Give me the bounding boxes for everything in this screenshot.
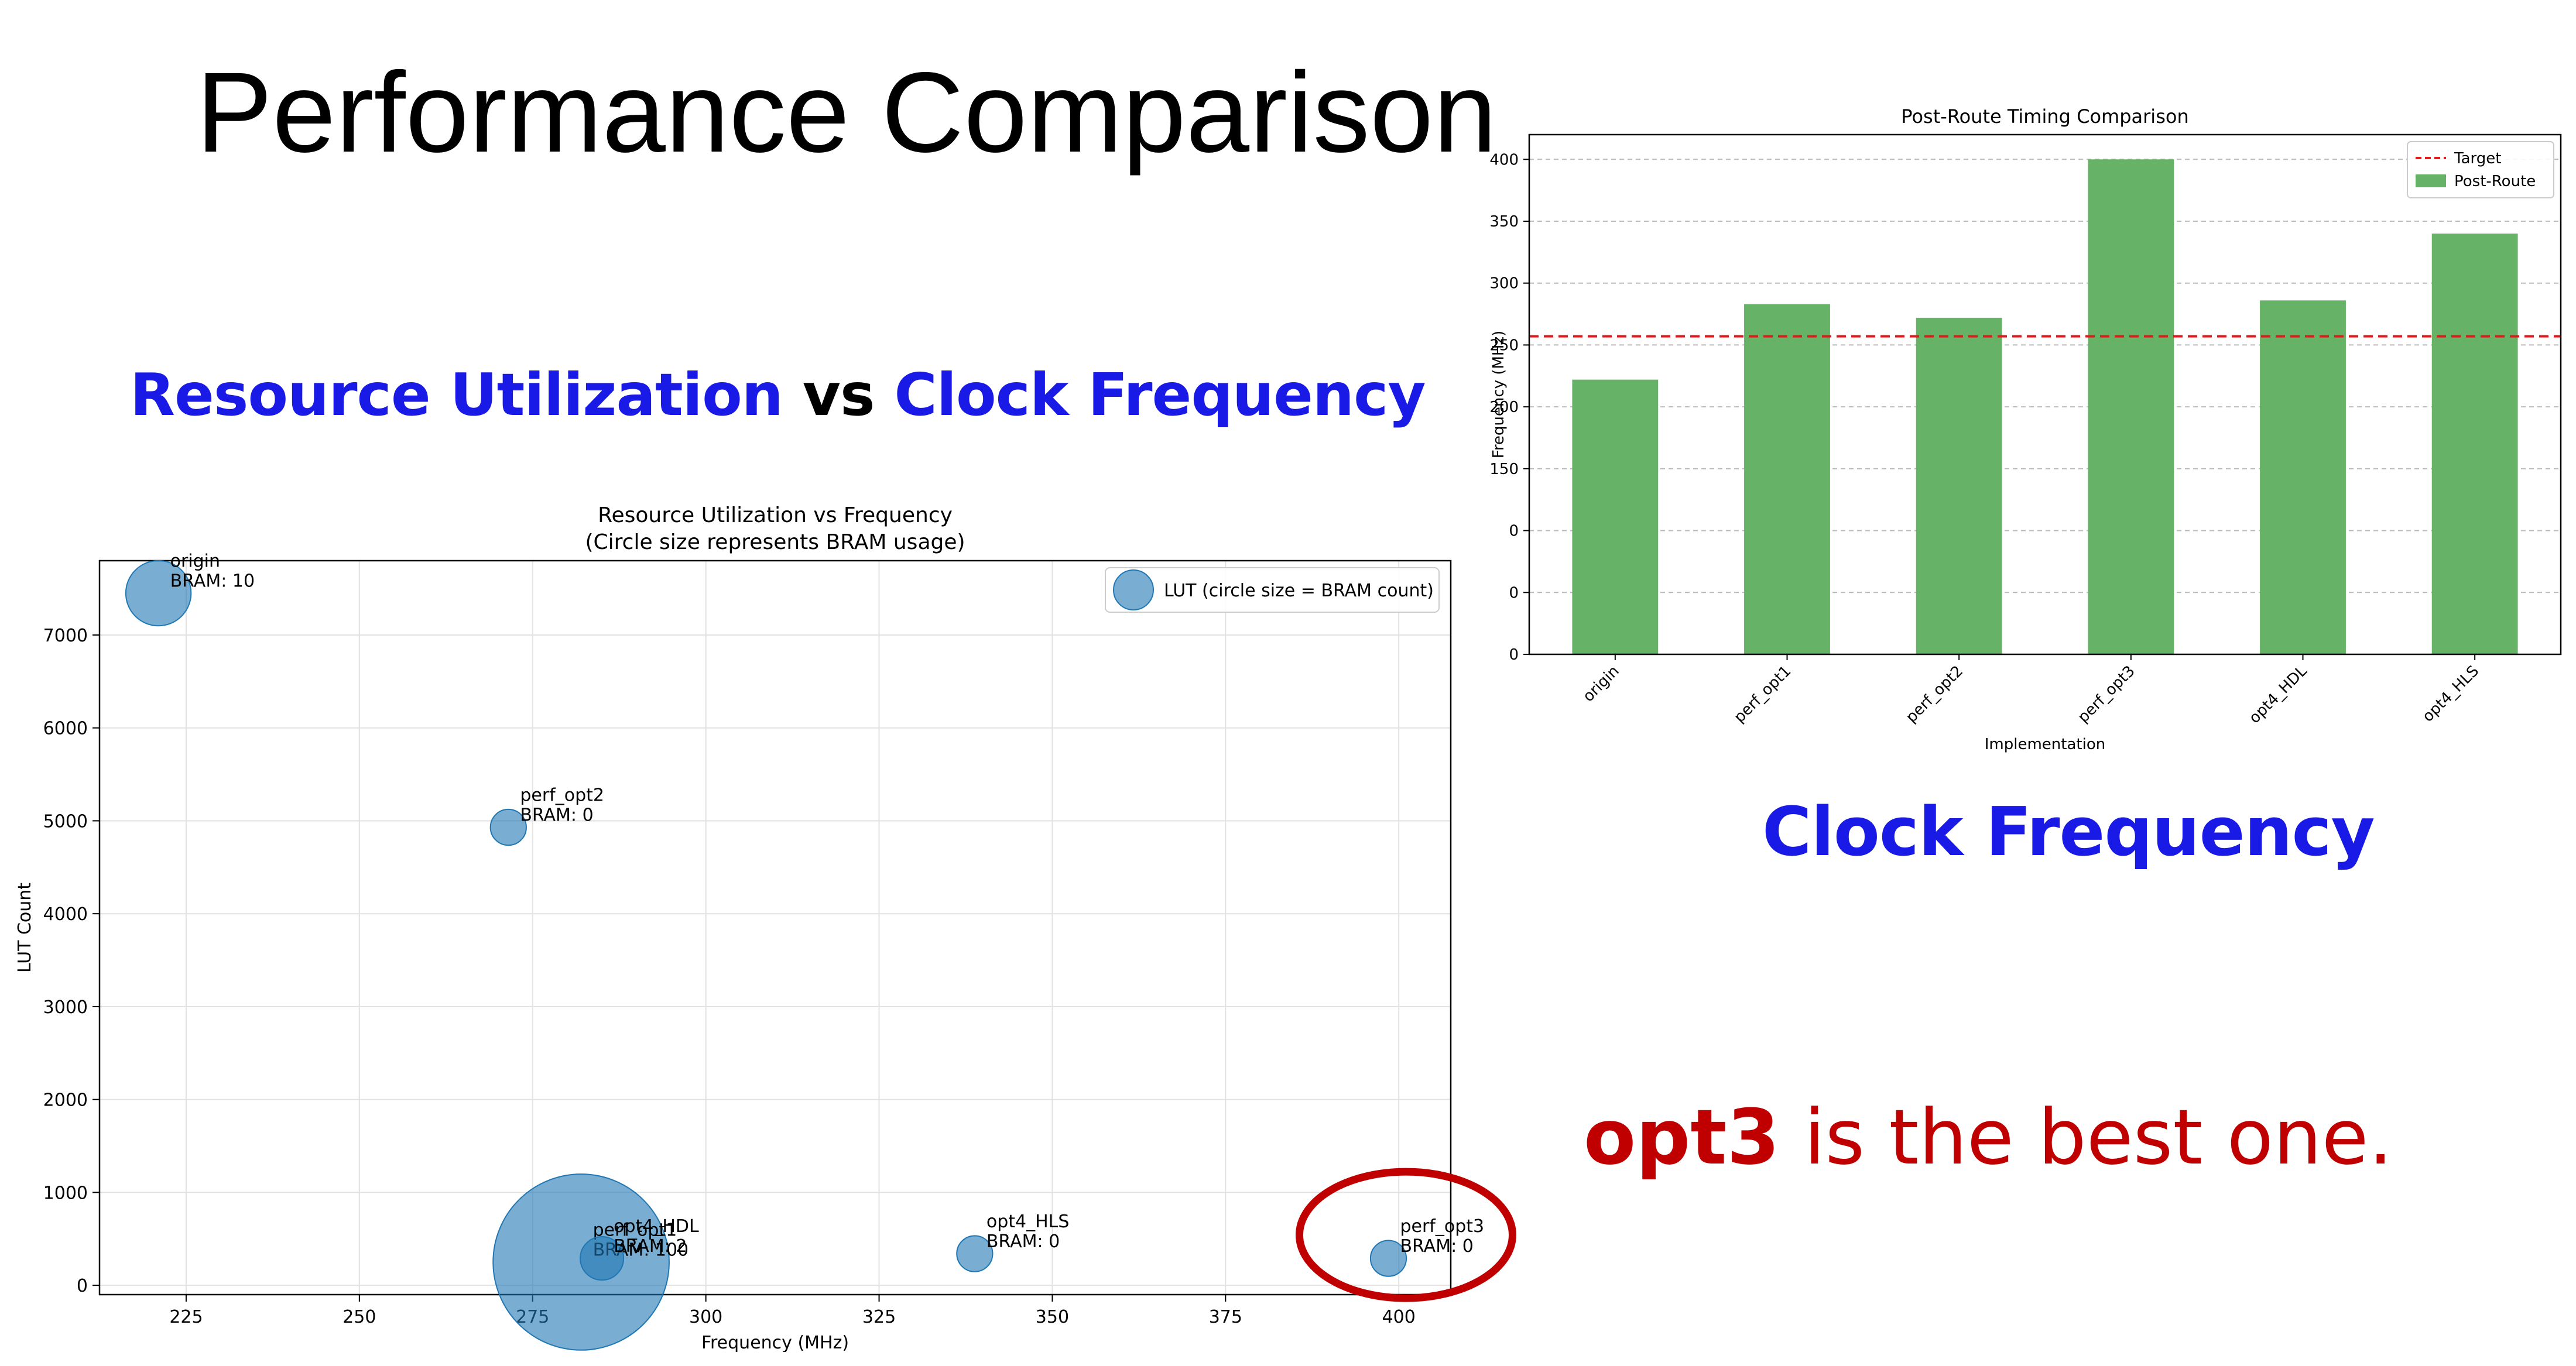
bar-title: Post-Route Timing Comparison bbox=[1901, 105, 2188, 128]
scatter-point-label-opt4_HDL: opt4_HDL bbox=[614, 1216, 699, 1237]
scatter-ytick-label: 2000 bbox=[43, 1090, 88, 1111]
scatter-point-label-perf_opt2: BRAM: 0 bbox=[520, 805, 593, 826]
scatter-point-label-origin: origin bbox=[170, 551, 220, 572]
conclusion-rest: is the best one. bbox=[1779, 1093, 2393, 1182]
scatter-xtick-label: 225 bbox=[169, 1307, 203, 1327]
bar-legend-series-marker bbox=[2416, 174, 2446, 187]
scatter-point-label-opt4_HDL: BRAM: 2 bbox=[614, 1236, 687, 1257]
scatter-point-label-perf_opt3: perf_opt3 bbox=[1400, 1216, 1484, 1237]
bar-ytick-label: 0 bbox=[1509, 523, 1519, 540]
scatter-xtick-label: 375 bbox=[1209, 1307, 1242, 1327]
bar-perf_opt3 bbox=[2088, 159, 2174, 654]
bar-ytick-label: 300 bbox=[1489, 275, 1519, 293]
subtitle-left: Resource Utilization vs Clock Frequency bbox=[130, 366, 1426, 424]
slide-title: Performance Comparison bbox=[196, 49, 1497, 176]
conclusion-text: opt3 is the best one. bbox=[1584, 1099, 2393, 1175]
bar-legend-target-label: Target bbox=[2454, 150, 2501, 167]
conclusion-bold: opt3 bbox=[1584, 1093, 1780, 1182]
bar-ytick-label: 350 bbox=[1489, 213, 1519, 231]
scatter-ytick-label: 7000 bbox=[43, 626, 88, 646]
bar-xtick-label-opt4_HDL: opt4_HDL bbox=[2246, 662, 2311, 727]
scatter-xtick-label: 400 bbox=[1382, 1307, 1416, 1327]
bar-origin bbox=[1572, 379, 1659, 654]
scatter-point-label-opt4_HLS: opt4_HLS bbox=[986, 1211, 1070, 1232]
scatter-ytick-label: 3000 bbox=[43, 997, 88, 1018]
scatter-legend-label: LUT (circle size = BRAM count) bbox=[1164, 581, 1434, 601]
bar-opt4_HLS bbox=[2431, 234, 2518, 655]
scatter-ytick-label: 1000 bbox=[43, 1183, 88, 1203]
bar-xtick-label-perf_opt1: perf_opt1 bbox=[1731, 663, 1794, 726]
scatter-point-label-perf_opt3: BRAM: 0 bbox=[1400, 1236, 1473, 1257]
scatter-legend-marker bbox=[1113, 569, 1154, 610]
scatter-xtick-label: 350 bbox=[1036, 1307, 1069, 1327]
bar-ytick-label: 0 bbox=[1509, 584, 1519, 602]
subtitle-left-part2: vs bbox=[782, 361, 895, 429]
scatter-title: Resource Utilization vs Frequency bbox=[598, 503, 953, 527]
bar-opt4_HDL bbox=[2260, 300, 2346, 654]
subtitle-left-part1: Resource Utilization bbox=[130, 361, 783, 429]
scatter-grid bbox=[100, 561, 1451, 1295]
bar-xtick-label-origin: origin bbox=[1580, 663, 1623, 706]
scatter-xtick-label: 250 bbox=[342, 1307, 376, 1327]
scatter-subtitle: (Circle size represents BRAM usage) bbox=[585, 530, 965, 554]
scatter-ytick-label: 6000 bbox=[43, 719, 88, 739]
scatter-ytick-label: 0 bbox=[77, 1276, 88, 1296]
bar-ytick-label: 400 bbox=[1489, 151, 1519, 169]
scatter-ytick-label: 4000 bbox=[43, 904, 88, 925]
bar-xtick-label-perf_opt2: perf_opt2 bbox=[1903, 663, 1967, 726]
scatter-plot-frame bbox=[98, 560, 1452, 1296]
bar-perf_opt2 bbox=[1916, 317, 2002, 654]
scatter-point-label-origin: BRAM: 10 bbox=[170, 571, 255, 592]
bar-ylabel: Frequency (MHz) bbox=[1490, 331, 1508, 459]
bar-plot-frame bbox=[1528, 133, 2562, 655]
scatter-point-label-opt4_HLS: BRAM: 0 bbox=[986, 1231, 1060, 1252]
scatter-chart: 2252502753003253503754000100020003000400… bbox=[15, 503, 1516, 1352]
bar-perf_opt1 bbox=[1744, 304, 1830, 654]
scatter-xlabel: Frequency (MHz) bbox=[701, 1333, 849, 1352]
bar-grid bbox=[1529, 159, 2561, 655]
bar-legend-series-label: Post-Route bbox=[2454, 173, 2536, 190]
bar-xtick-label-opt4_HLS: opt4_HLS bbox=[2419, 663, 2482, 726]
scatter-xtick-label: 325 bbox=[862, 1307, 896, 1327]
bar-ytick-label: 150 bbox=[1489, 461, 1519, 478]
subtitle-left-part3: Clock Frequency bbox=[894, 361, 1426, 429]
scatter-point-label-perf_opt2: perf_opt2 bbox=[520, 785, 604, 806]
scatter-xtick-label: 300 bbox=[689, 1307, 722, 1327]
scatter-ytick-label: 5000 bbox=[43, 811, 88, 832]
bar-xlabel: Implementation bbox=[1985, 736, 2105, 753]
bar-chart: origin perf_opt1 perf_opt2 perf_opt3 opt4_HD… bbox=[1489, 105, 2562, 753]
bar-xtick-label-perf_opt3: perf_opt3 bbox=[2075, 663, 2139, 726]
bar-ytick-label: 0 bbox=[1509, 646, 1519, 664]
scatter-ylabel: LUT Count bbox=[15, 883, 35, 973]
